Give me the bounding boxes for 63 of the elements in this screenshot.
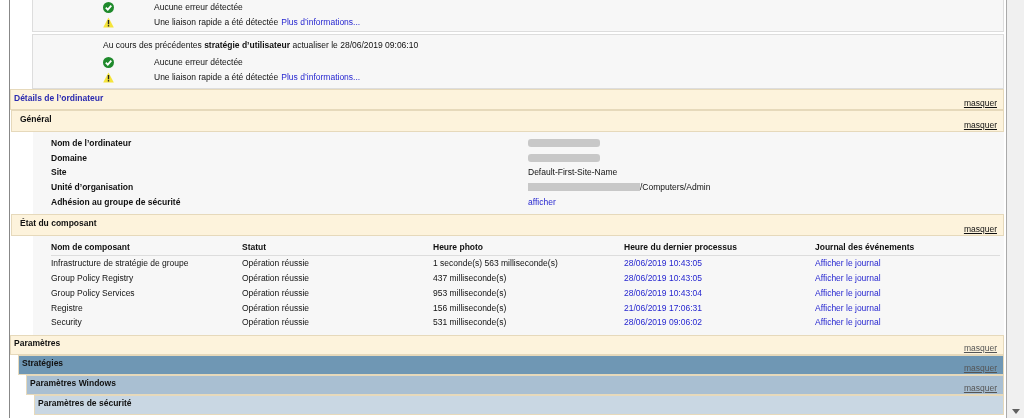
policy-refresh-text: Au cours des précédentes stratégie d’utilisateur actualiser le 28/06/2019 09:06:10 [103, 40, 420, 50]
timestamp-link[interactable]: 28/06/2019 10:43:05 [624, 258, 815, 269]
warning-icon [103, 16, 114, 28]
field-label: Nom de l’ordinateur [51, 138, 133, 149]
field-label: Domaine [51, 152, 88, 163]
table-cell-text: Opération réussie [242, 317, 311, 328]
table-cell-text: Opération réussie [242, 302, 311, 313]
section-title: État du composant [20, 217, 97, 228]
field-label: Adhésion au groupe de sécurité [51, 196, 182, 207]
hide-link[interactable]: masquer [963, 342, 997, 353]
blurred-value [528, 139, 600, 148]
table-cell-text: 156 milliseconde(s) [433, 302, 508, 313]
view-log-link[interactable]: Afficher le journal [815, 317, 1006, 328]
hide-link[interactable]: masquer [963, 98, 997, 108]
result-text: Une liaison rapide a été détectée [154, 17, 279, 27]
view-log-link[interactable]: Afficher le journal [815, 302, 1006, 313]
column-header: Heure photo [433, 242, 485, 253]
section-title: Stratégies [22, 357, 64, 368]
timestamp-link[interactable]: 28/06/2019 10:43:04 [624, 287, 815, 298]
section-title: Paramètres Windows [30, 377, 116, 388]
hide-link[interactable]: masquer [963, 223, 997, 234]
scrollbar-drawing[interactable] [1007, 0, 1024, 418]
table-cell-text: Opération réussie [242, 272, 311, 283]
more-info-link[interactable]: Plus d’informations... [281, 72, 361, 82]
column-header: Statut [242, 242, 268, 253]
table-cell-text: 953 milliseconde(s) [433, 287, 508, 298]
check-icon [103, 56, 114, 68]
field-value: /Computers/Admin [640, 182, 711, 193]
table-cell-text: Registre [51, 302, 84, 313]
column-header: Heure du dernier processus [624, 242, 738, 253]
column-header: Nom de composant [51, 242, 131, 253]
section-title: Paramètres [14, 337, 61, 348]
result-text: Aucune erreur détectée [154, 57, 243, 67]
view-log-link[interactable]: Afficher le journal [815, 272, 1006, 283]
table-cell-text: Infrastructure de stratégie de groupe [51, 258, 190, 269]
hide-link[interactable]: masquer [963, 120, 997, 130]
table-cell-text: Security [51, 317, 83, 328]
show-link[interactable]: afficher [528, 196, 556, 207]
result-text: Une liaison rapide a été détectée [154, 72, 279, 82]
column-header: Journal des événements [815, 242, 916, 253]
result-text: Aucune erreur détectée [154, 2, 243, 12]
field-label: Site [51, 167, 68, 178]
field-label: Unité d’organisation [51, 182, 135, 193]
table-cell-text: Group Policy Services [51, 287, 136, 298]
section-title: Général [20, 114, 52, 124]
timestamp-link[interactable]: 21/06/2019 17:06:31 [624, 302, 815, 313]
table-cell-text: 1 seconde(s) 563 milliseconde(s) [433, 258, 559, 269]
blurred-value [528, 153, 600, 162]
field-value: Default-First-Site-Name [528, 167, 618, 178]
table-cell-text: Group Policy Registry [51, 272, 135, 283]
table-cell-text: Opération réussie [242, 287, 311, 298]
section-title: Détails de l’ordinateur [14, 93, 104, 103]
warning-icon [103, 71, 114, 83]
section-title: Paramètres de sécurité [38, 397, 132, 408]
timestamp-link[interactable]: 28/06/2019 10:43:05 [624, 272, 815, 283]
view-log-link[interactable]: Afficher le journal [815, 287, 1006, 298]
table-cell-text: 531 milliseconde(s) [433, 317, 508, 328]
hide-link[interactable]: masquer [963, 382, 997, 393]
table-cell-text: 437 milliseconde(s) [433, 272, 508, 283]
view-log-link[interactable]: Afficher le journal [815, 258, 1006, 269]
table-cell-text: Opération réussie [242, 258, 311, 269]
timestamp-link[interactable]: 28/06/2019 09:06:02 [624, 317, 815, 328]
more-info-link[interactable]: Plus d’informations... [281, 17, 361, 27]
